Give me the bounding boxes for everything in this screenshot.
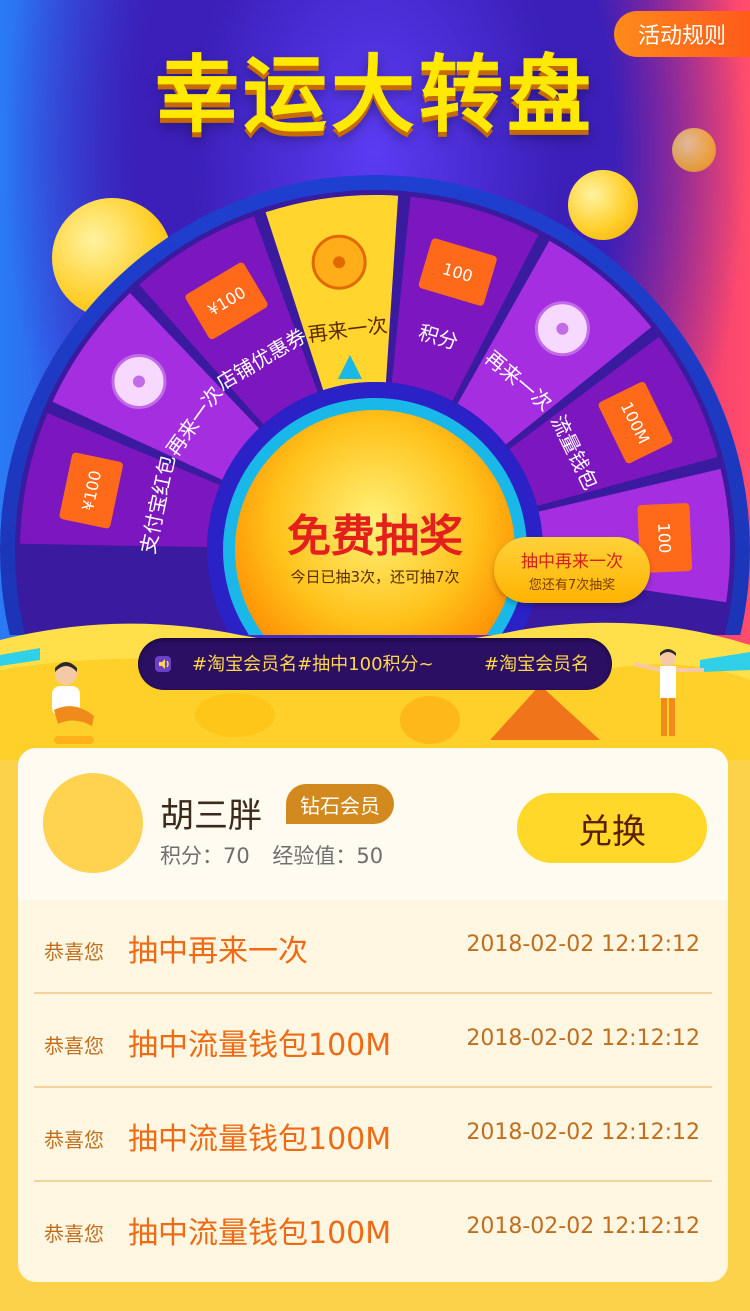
list-item: 恭喜您 抽中再来一次 2018-02-02 12:12:12 — [34, 900, 712, 994]
points-label: 积分：70 — [160, 844, 250, 868]
win-records-list: 恭喜您 抽中再来一次 2018-02-02 12:12:12 恭喜您 抽中流量钱… — [18, 900, 728, 1274]
record-prize: 抽中流量钱包100M — [128, 1122, 392, 1157]
speaker-icon — [155, 656, 171, 672]
list-item: 恭喜您 抽中流量钱包100M 2018-02-02 12:12:12 — [34, 1182, 712, 1274]
user-stats: 积分：70 经验值：50 — [160, 840, 399, 870]
record-date: 2018-02-02 12:12:12 — [466, 932, 700, 957]
experience-label: 经验值：50 — [272, 844, 384, 868]
record-prefix: 恭喜您 — [44, 1128, 104, 1152]
standing-person-illustration — [633, 649, 704, 736]
record-prefix: 恭喜您 — [44, 1222, 104, 1246]
record-prefix: 恭喜您 — [44, 1034, 104, 1058]
user-card: 胡三胖 钻石会员 积分：70 经验值：50 兑换 恭喜您 抽中再来一次 2018… — [18, 748, 728, 1282]
result-title: 抽中再来一次 — [521, 552, 623, 572]
marquee-text-next: #淘宝会员名 — [484, 654, 590, 675]
avatar — [43, 773, 143, 873]
result-bubble: 抽中再来一次 您还有7次抽奖 — [494, 537, 650, 603]
activity-rules-button[interactable]: 活动规则 — [614, 11, 750, 57]
wheel-icon — [111, 353, 167, 409]
list-item: 恭喜您 抽中流量钱包100M 2018-02-02 12:12:12 — [34, 994, 712, 1088]
marquee-text: #淘宝会员名#抽中100积分~ — [192, 654, 434, 675]
envelope-amount: 100 — [654, 522, 674, 553]
record-date: 2018-02-02 12:12:12 — [466, 1026, 700, 1051]
record-date: 2018-02-02 12:12:12 — [466, 1214, 700, 1239]
wheel-icon — [534, 301, 590, 357]
user-name: 胡三胖 — [160, 796, 262, 836]
draw-count-text: 今日已抽3次，还可抽7次 — [290, 568, 460, 586]
winner-marquee: #淘宝会员名#抽中100积分~ #淘宝会员名 — [138, 638, 612, 690]
free-draw-button[interactable]: 免费抽奖 — [270, 500, 480, 564]
wheel-icon — [311, 234, 367, 290]
record-date: 2018-02-02 12:12:12 — [466, 1120, 700, 1145]
exchange-button[interactable]: 兑换 — [517, 793, 707, 863]
member-badge: 钻石会员 — [286, 784, 394, 824]
user-info-section: 胡三胖 钻石会员 积分：70 经验值：50 兑换 — [18, 748, 728, 900]
record-prize: 抽中流量钱包100M — [128, 1028, 392, 1063]
record-prefix: 恭喜您 — [44, 940, 104, 964]
list-item: 恭喜您 抽中流量钱包100M 2018-02-02 12:12:12 — [34, 1088, 712, 1182]
remaining-draws: 您还有7次抽奖 — [528, 578, 616, 593]
record-prize: 抽中流量钱包100M — [128, 1216, 392, 1251]
sitting-person-illustration — [52, 662, 94, 744]
record-prize: 抽中再来一次 — [128, 934, 308, 969]
